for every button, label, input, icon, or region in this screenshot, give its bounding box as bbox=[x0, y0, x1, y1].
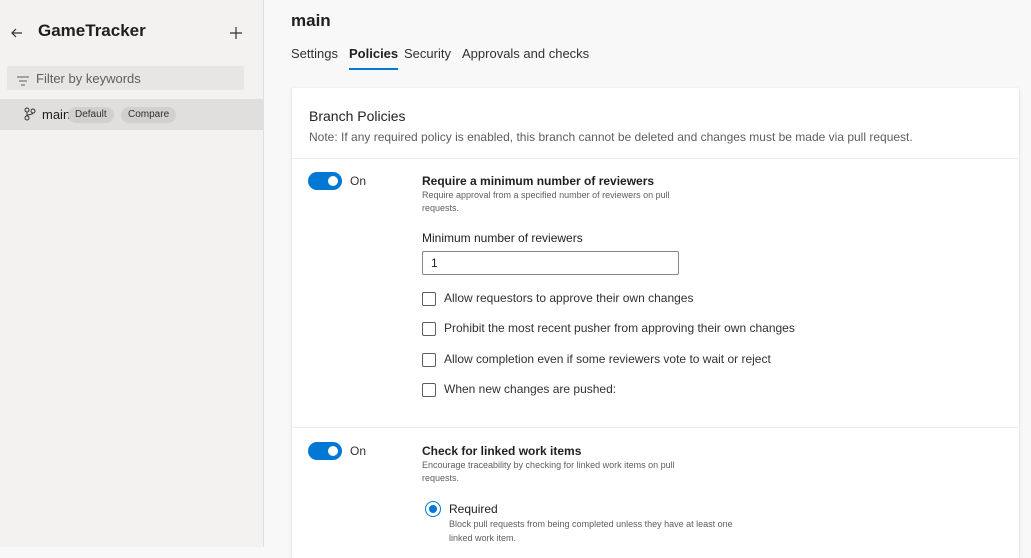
tab-approvals-and-checks[interactable]: Approvals and checks bbox=[462, 46, 589, 61]
reviewers-policy-toggle[interactable] bbox=[308, 172, 342, 190]
checkbox-label: Allow requestors to approve their own ch… bbox=[444, 291, 694, 305]
page-title: main bbox=[291, 11, 331, 30]
checkbox[interactable] bbox=[422, 322, 436, 336]
branch-item-main[interactable]: main Default Compare bbox=[0, 99, 263, 130]
tab-policies[interactable]: Policies bbox=[349, 46, 399, 70]
work-items-policy-description: Encourage traceability by checking for l… bbox=[422, 460, 675, 483]
back-arrow-icon[interactable] bbox=[10, 26, 24, 40]
checkbox[interactable] bbox=[422, 383, 436, 397]
radio-label: Required bbox=[449, 502, 498, 516]
filter-placeholder: Filter by keywords bbox=[36, 71, 141, 86]
radio-description: Block pull requests from being completed… bbox=[449, 519, 733, 543]
min-reviewers-label: Minimum number of reviewers bbox=[422, 231, 583, 245]
min-reviewers-input[interactable] bbox=[422, 251, 679, 275]
sidebar-header: GameTracker bbox=[0, 18, 263, 48]
checkbox-label: Prohibit the most recent pusher from app… bbox=[444, 321, 795, 335]
checkbox-label: Allow completion even if some reviewers … bbox=[444, 352, 771, 366]
reviewers-policy-title: Require a minimum number of reviewers bbox=[422, 174, 655, 188]
branch-policies-card: Branch Policies Note: If any required po… bbox=[292, 88, 1019, 558]
compare-button[interactable]: Compare bbox=[121, 107, 177, 123]
radio-button[interactable] bbox=[425, 501, 441, 517]
tab-security[interactable]: Security bbox=[404, 46, 451, 61]
filter-input[interactable]: Filter by keywords bbox=[7, 66, 244, 90]
default-badge: Default bbox=[68, 107, 114, 123]
section-note: Note: If any required policy is enabled,… bbox=[309, 130, 913, 144]
checkbox-label: When new changes are pushed: bbox=[444, 382, 617, 396]
divider bbox=[292, 427, 1019, 428]
work-items-policy-title: Check for linked work items bbox=[422, 444, 582, 458]
divider bbox=[292, 158, 1019, 159]
filter-icon bbox=[17, 73, 29, 86]
branch-icon bbox=[24, 107, 36, 121]
work-items-policy-toggle[interactable] bbox=[308, 442, 342, 460]
repo-title: GameTracker bbox=[38, 21, 146, 40]
section-title: Branch Policies bbox=[309, 108, 406, 124]
checkbox[interactable] bbox=[422, 292, 436, 306]
reviewers-toggle-state: On bbox=[350, 174, 367, 188]
tab-settings[interactable]: Settings bbox=[291, 46, 338, 61]
reviewers-policy-description: Require approval from a specified number… bbox=[422, 190, 670, 213]
checkbox[interactable] bbox=[422, 353, 436, 367]
toggle-knob bbox=[328, 176, 338, 186]
plus-icon[interactable] bbox=[229, 26, 243, 40]
sidebar: GameTracker Filter by keywords main Defa… bbox=[0, 0, 264, 547]
work-items-toggle-state: On bbox=[350, 444, 367, 458]
toggle-knob bbox=[328, 446, 338, 456]
radio-selected-dot bbox=[429, 505, 437, 513]
branch-name: main bbox=[42, 107, 71, 122]
